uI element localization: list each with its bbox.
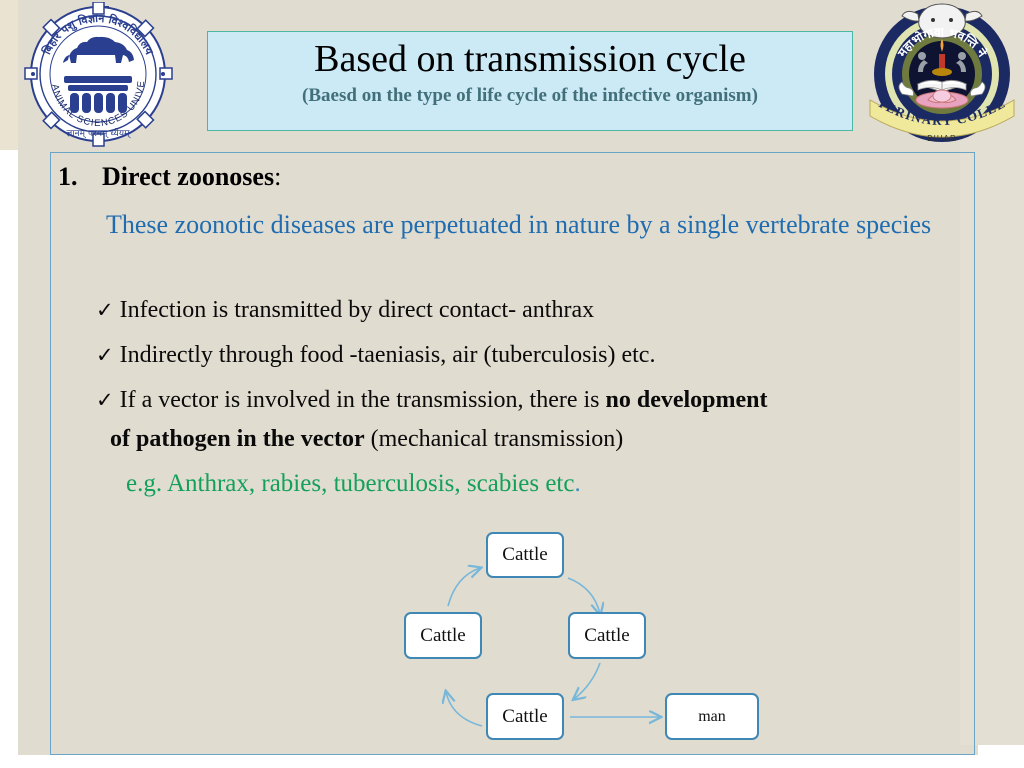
list-item: ✓ If a vector is involved in the transmis… [96, 381, 976, 459]
slide-title: Based on transmission cycle [314, 38, 746, 80]
node-label: Cattle [502, 544, 548, 565]
diagram-node-cattle-right: Cattle [568, 612, 646, 659]
example-text: e.g. Anthrax, rabies, tuberculosis, scab… [126, 470, 575, 497]
arrow-top-to-right [567, 577, 600, 614]
bullet3-bold1: no development [605, 387, 768, 413]
bullet3-part2: (mechanical transmission) [364, 426, 624, 452]
diagram-node-cattle-bottom: Cattle [486, 693, 564, 740]
diagram-node-man: man [665, 693, 759, 740]
example-trailing-dot: . [574, 470, 581, 497]
check-icon: ✓ [96, 388, 114, 412]
check-icon: ✓ [96, 298, 114, 322]
university-logo-bihar-animal-sciences: बिहार पशु विज्ञान विश्वविद्यालय BIHAR AN… [0, 0, 198, 150]
slide: बिहार पशु विज्ञान विश्वविद्यालय BIHAR AN… [0, 0, 1024, 768]
heading-term: Direct zoonoses [102, 162, 275, 191]
node-label: man [698, 707, 726, 725]
arrow-bottom-to-left [446, 692, 483, 727]
heading-colon: : [274, 162, 282, 191]
slide-title-box: Based on transmission cycle (Baesd on th… [207, 31, 853, 131]
diagram-node-cattle-top: Cattle [486, 532, 564, 578]
svg-text:ज्ञानम् परमम् ध्येयम्: ज्ञानम् परमम् ध्येयम् [67, 127, 132, 139]
list-item: ✓ Infection is transmitted by direct cont… [96, 288, 976, 333]
heading-number: 1. [58, 162, 78, 191]
node-label: Cattle [584, 624, 630, 646]
veterinary-college-logo: महाभोगावा भवन्ति ने TERINARY COLLE BIHAR [856, 0, 1022, 146]
node-label: Cattle [420, 624, 466, 646]
arrow-left-to-top [447, 568, 480, 607]
transmission-cycle-diagram: Cattle Cattle Cattle Cattle man [390, 520, 790, 752]
heading-direct-zoonoses: 1. Direct zoonoses: [58, 160, 938, 194]
bullet-text: Infection is transmitted by direct conta… [119, 297, 595, 323]
list-item: ✓ Indirectly through food -taeniasis, air… [96, 333, 976, 378]
example-line: e.g. Anthrax, rabies, tuberculosis, scab… [126, 468, 986, 500]
bullet-list: ✓ Infection is transmitted by direct cont… [96, 288, 976, 459]
bullet-text: Indirectly through food -taeniasis, air … [119, 342, 656, 368]
node-label: Cattle [502, 705, 548, 727]
check-icon: ✓ [96, 343, 114, 367]
bullet3-line2: of pathogen in the vector (mechanical tr… [96, 420, 976, 459]
bullet3-bold2: of pathogen in the vector [110, 426, 365, 452]
intro-paragraph: These zoonotic diseases are perpetuated … [106, 210, 932, 239]
bullet3-part1: If a vector is involved in the transmiss… [119, 387, 606, 413]
arrow-right-to-bottom [574, 662, 601, 699]
svg-text:BIHAR: BIHAR [927, 134, 956, 143]
slide-subtitle: (Baesd on the type of life cycle of the … [302, 85, 758, 106]
diagram-node-cattle-left: Cattle [404, 612, 482, 659]
